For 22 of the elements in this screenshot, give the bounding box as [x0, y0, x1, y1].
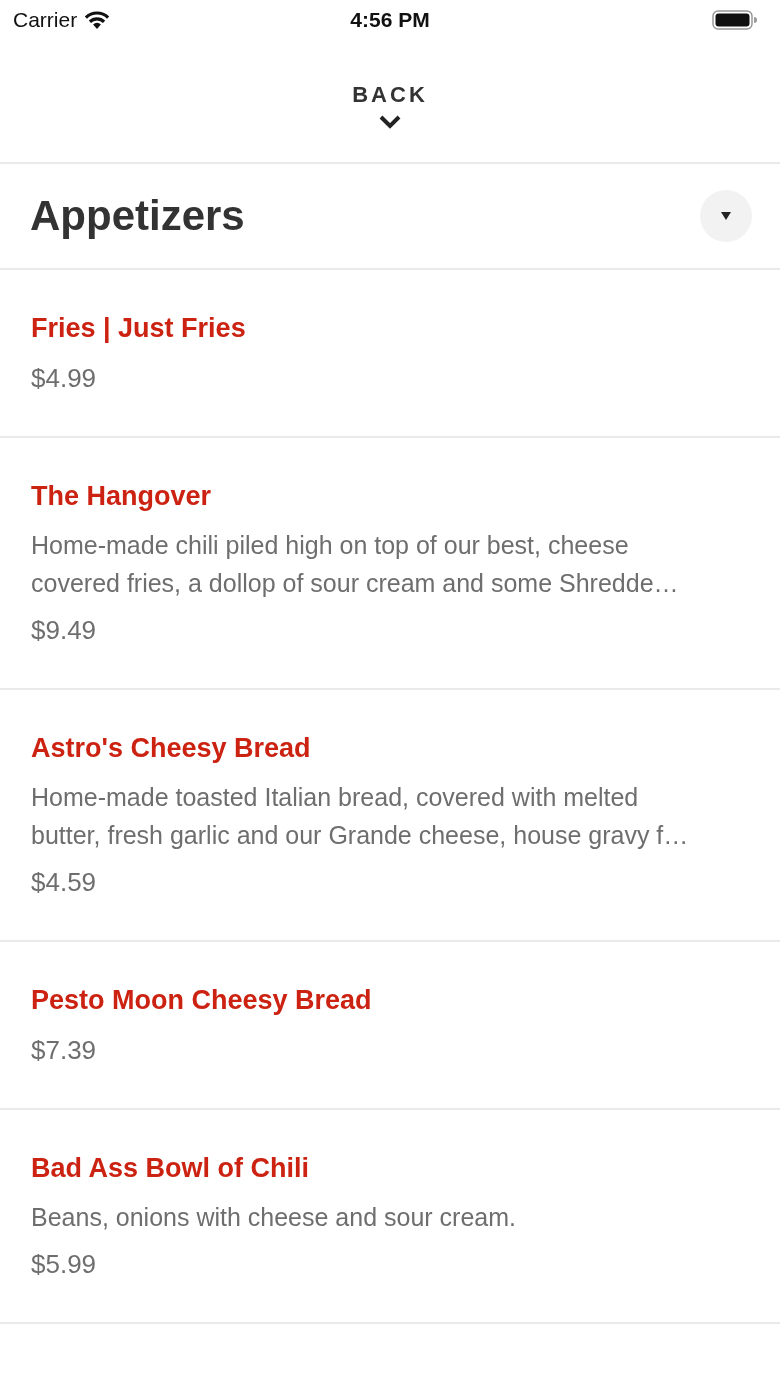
item-description: Home-made chili piled high on top of our best, cheese covered fries, a dollop of sour cream and some Shredde… — [31, 530, 680, 599]
item-price: $7.39 — [31, 1034, 98, 1067]
item-price: $4.99 — [31, 362, 98, 395]
section-title: Appetizers — [30, 192, 245, 240]
clock-time: 4:56 PM — [349, 8, 431, 32]
chevron-down-icon — [378, 114, 402, 130]
item-name[interactable]: Astro's Cheesy Bread — [31, 726, 749, 770]
carrier-label: Carrier — [13, 8, 78, 32]
item-description: Beans, onions with cheese and sour cream. — [31, 1202, 517, 1233]
wifi-icon — [83, 10, 112, 30]
item-name[interactable]: The Hangover — [31, 474, 749, 518]
collapse-button[interactable] — [700, 190, 752, 242]
item-description: Home-made toasted Italian bread, covered with melted butter, fresh garlic and our Grande cheese, house gravy f… — [31, 782, 690, 851]
item-name[interactable]: Bad Ass Bowl of Chili — [31, 1146, 749, 1190]
back-button[interactable]: BACK — [352, 82, 428, 130]
item-name[interactable]: Fries | Just Fries — [31, 306, 749, 350]
item-price: $4.59 — [31, 866, 98, 899]
item-name[interactable]: Pesto Moon Cheesy Bread — [31, 978, 749, 1022]
item-price: $5.99 — [31, 1248, 98, 1281]
battery-icon — [712, 10, 758, 30]
triangle-icon — [720, 211, 732, 221]
item-price: $9.49 — [31, 614, 98, 647]
